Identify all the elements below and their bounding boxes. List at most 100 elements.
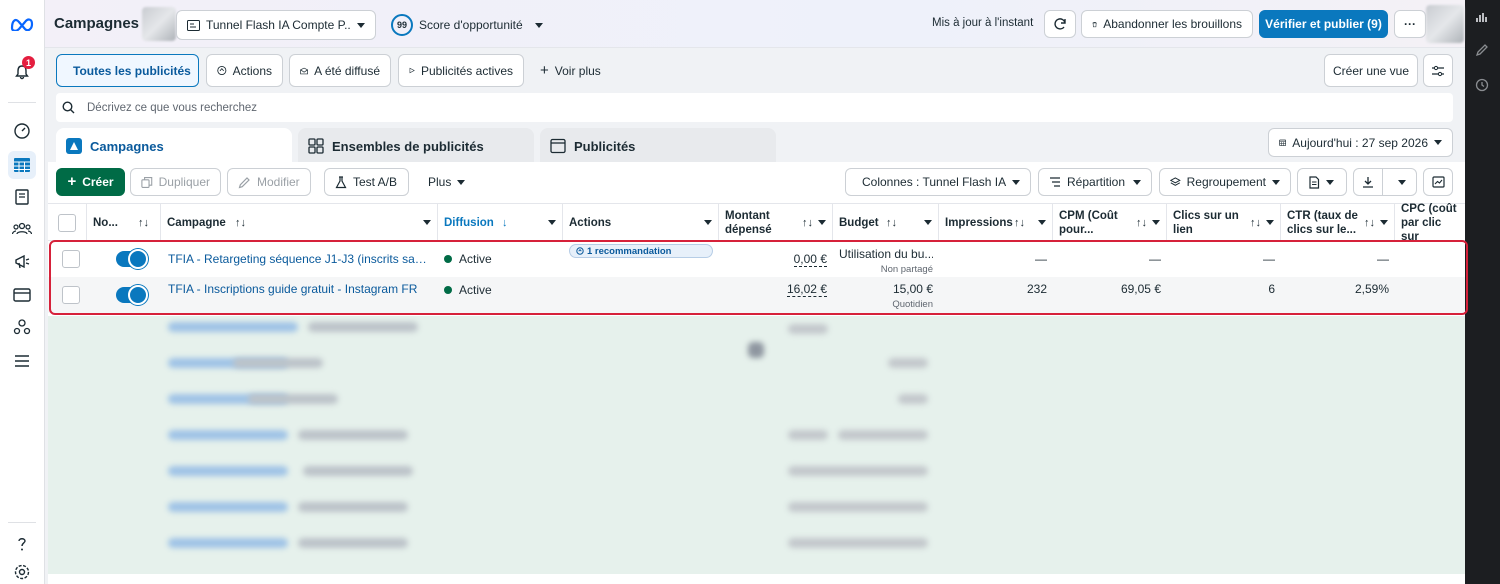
chevron-down-icon[interactable]	[1038, 220, 1046, 225]
chevron-down-icon[interactable]	[924, 220, 932, 225]
column-header-campaign[interactable]: Campagne ↑↓	[161, 204, 438, 241]
filter-delivered[interactable]: A été diffusé	[289, 54, 391, 87]
charts-toggle-button[interactable]	[1423, 168, 1453, 196]
reporting-bars-icon[interactable]	[1475, 10, 1491, 26]
dashboard-gauge-icon[interactable]	[8, 117, 36, 145]
sort-arrows-icon[interactable]: ↑↓	[1250, 216, 1261, 230]
columns-dropdown[interactable]: Colonnes : Tunnel Flash IA	[845, 168, 1031, 196]
sort-arrows-icon[interactable]: ↑↓	[235, 216, 246, 230]
sort-arrows-icon[interactable]: ↑↓	[1364, 216, 1375, 230]
refresh-button[interactable]	[1044, 10, 1076, 38]
tab-ads[interactable]: Publicités	[540, 128, 776, 164]
meta-logo-icon[interactable]	[8, 10, 36, 38]
account-selector[interactable]: Tunnel Flash IA Compte P...	[176, 10, 376, 40]
edit-pencil-icon[interactable]	[1475, 43, 1491, 59]
filter-active-ads[interactable]: Publicités actives	[398, 54, 524, 87]
chevron-down-icon[interactable]	[818, 220, 826, 225]
create-view-button[interactable]: Créer une vue	[1324, 54, 1418, 87]
chevron-down-icon	[1012, 179, 1021, 185]
filter-active-ads-label: Publicités actives	[420, 63, 513, 78]
column-header-budget[interactable]: Budget ↑↓	[833, 204, 939, 241]
opportunity-score-button[interactable]: 99 Score d'opportunité	[387, 10, 547, 40]
campaign-status-toggle[interactable]	[116, 249, 148, 269]
ab-test-button[interactable]: Test A/B	[324, 168, 409, 196]
date-range-picker[interactable]: Aujourd'hui : 27 sep 2026	[1268, 128, 1453, 157]
search-input[interactable]	[87, 101, 1387, 114]
menu-hamburger-icon[interactable]	[8, 347, 36, 375]
review-publish-button[interactable]: Vérifier et publier (9)	[1259, 10, 1388, 38]
account-name: Tunnel Flash IA Compte P...	[206, 18, 351, 32]
duplicate-label: Dupliquer	[158, 175, 210, 189]
catalog-book-icon[interactable]	[8, 183, 36, 211]
see-more-filters[interactable]: + Voir plus	[530, 54, 611, 87]
chevron-down-icon	[1398, 179, 1407, 185]
column-header-cpc[interactable]: CPC (coût par clic sur	[1395, 203, 1465, 243]
chevron-down-icon[interactable]	[423, 220, 431, 225]
create-button[interactable]: + Créer	[56, 168, 125, 196]
chevron-down-icon[interactable]	[704, 220, 712, 225]
sort-arrows-icon[interactable]: ↑↓	[802, 216, 813, 230]
billing-card-icon[interactable]	[8, 281, 36, 309]
sort-arrows-icon[interactable]: ↑↓	[1136, 216, 1147, 230]
chevron-down-icon[interactable]	[1380, 220, 1388, 225]
discard-drafts-button[interactable]: Abandonner les brouillons	[1081, 10, 1253, 38]
impressions-value: —	[1035, 252, 1047, 266]
column-header-delivery[interactable]: Diffusion ↓	[438, 204, 563, 241]
ad-frame-icon	[550, 138, 566, 154]
envelope-icon	[300, 67, 308, 74]
chevron-down-icon[interactable]	[548, 220, 556, 225]
campaign-name-link[interactable]: TFIA - Inscriptions guide gratuit - Inst…	[168, 282, 432, 296]
budget-value: Utilisation du bu...	[839, 247, 933, 261]
column-header-clicks[interactable]: Clics sur un lien ↑↓	[1167, 204, 1281, 241]
help-question-icon[interactable]	[8, 530, 36, 558]
business-users-icon[interactable]	[8, 313, 36, 341]
sort-arrows-icon[interactable]: ↑↓	[138, 216, 149, 230]
campaign-status-toggle[interactable]	[116, 285, 148, 305]
campaign-megaphone-icon[interactable]	[8, 248, 36, 276]
notifications-bell-icon[interactable]: 1	[8, 56, 36, 86]
history-clock-icon[interactable]	[1475, 78, 1491, 94]
breakdown-dropdown[interactable]: Répartition	[1038, 168, 1152, 196]
column-header-actions[interactable]: Actions	[563, 204, 719, 241]
edit-button[interactable]: Modifier	[227, 168, 311, 196]
column-header-name[interactable]: No... ↑↓	[87, 204, 161, 241]
more-options-button[interactable]: ···	[1394, 10, 1426, 38]
column-header-ctr[interactable]: CTR (taux de clics sur le... ↑↓	[1281, 204, 1395, 241]
grouping-dropdown[interactable]: Regroupement	[1159, 168, 1291, 196]
export-button[interactable]	[1354, 169, 1383, 195]
clicks-cell: —	[1167, 241, 1281, 277]
sort-arrows-icon[interactable]: ↑↓	[1014, 216, 1025, 230]
table-row[interactable]: TFIA - Inscriptions guide gratuit - Inst…	[48, 277, 1465, 313]
export-options-dropdown[interactable]	[1389, 169, 1416, 195]
tab-campaigns[interactable]: Campagnes	[56, 128, 292, 164]
row-checkbox[interactable]	[62, 286, 80, 304]
sort-down-icon[interactable]: ↓	[502, 216, 508, 230]
audiences-people-icon[interactable]	[8, 215, 36, 243]
duplicate-button[interactable]: Dupliquer	[130, 168, 221, 196]
recommendation-badge[interactable]: 1 recommandation	[569, 244, 713, 258]
table-row[interactable]: TFIA - Retargeting séquence J1-J3 (inscr…	[48, 241, 1465, 277]
user-avatar[interactable]	[1426, 5, 1464, 43]
row-checkbox[interactable]	[62, 250, 80, 268]
clicks-cell: 6	[1167, 277, 1281, 313]
column-header-spent[interactable]: Montant dépensé ↑↓	[719, 204, 833, 241]
tab-adsets[interactable]: Ensembles de publicités	[298, 128, 534, 164]
column-header-impressions[interactable]: Impressions ↑↓	[939, 204, 1053, 241]
filter-actions[interactable]: Actions	[206, 54, 283, 87]
more-actions-dropdown[interactable]: Plus	[418, 168, 476, 196]
export-split-button[interactable]	[1353, 168, 1417, 196]
ads-manager-table-icon[interactable]	[8, 151, 36, 179]
opportunity-score-value: 99	[391, 14, 413, 36]
view-settings-button[interactable]	[1423, 54, 1453, 87]
settings-gear-icon[interactable]	[8, 558, 36, 584]
sort-arrows-icon[interactable]: ↑↓	[886, 216, 897, 230]
account-avatar	[142, 7, 176, 41]
chevron-down-icon[interactable]	[1152, 220, 1160, 225]
report-dropdown[interactable]	[1297, 168, 1347, 196]
budget-type: Non partagé	[880, 264, 933, 275]
filter-all-ads[interactable]: Toutes les publicités	[56, 54, 199, 87]
campaign-name-link[interactable]: TFIA - Retargeting séquence J1-J3 (inscr…	[168, 252, 432, 266]
column-header-cpm[interactable]: CPM (Coût pour... ↑↓	[1053, 204, 1167, 241]
select-all-checkbox[interactable]	[58, 213, 76, 232]
chevron-down-icon[interactable]	[1266, 220, 1274, 225]
